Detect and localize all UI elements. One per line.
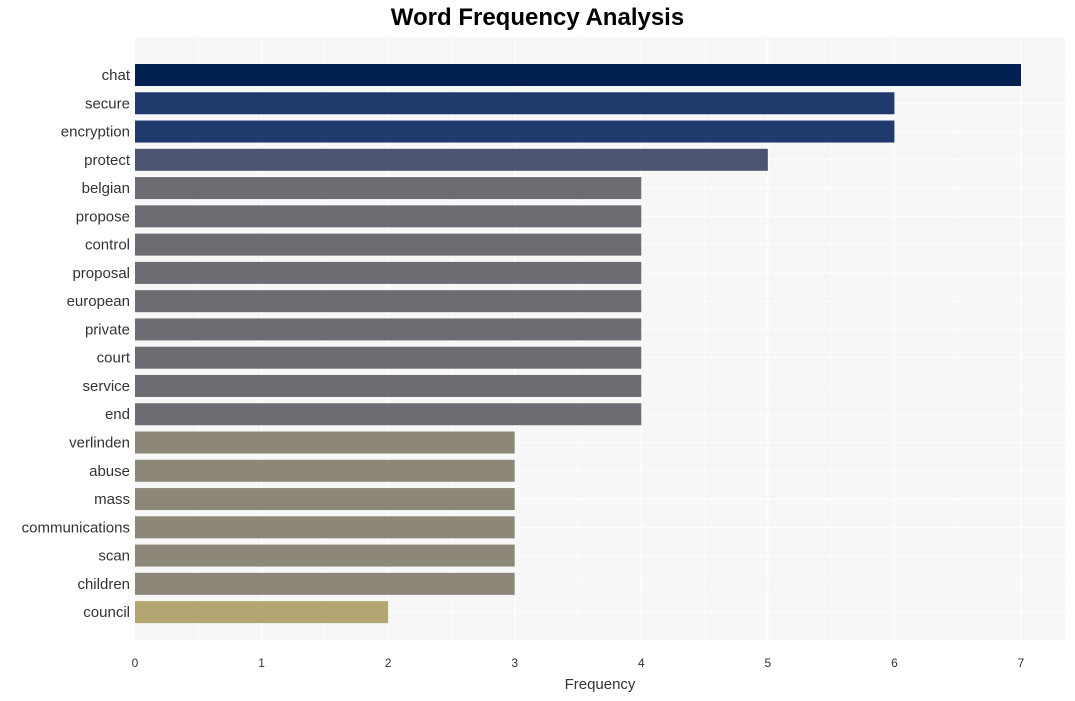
x-tick-label: 4 [638,656,645,670]
bar-propose [135,205,642,228]
bar-court [135,346,642,369]
y-tick-label: abuse [89,463,130,480]
x-tick-label: 0 [132,656,139,670]
y-tick-label: encryption [61,124,130,141]
bar-european [135,290,642,313]
y-tick-label: european [67,293,130,310]
y-tick-label: control [85,237,130,254]
y-tick-label: private [85,321,130,338]
y-tick-label: verlinden [69,435,130,452]
bar-children [135,572,515,595]
y-tick-label: court [97,350,131,367]
x-tick-label: 7 [1018,656,1025,670]
y-tick-label: protect [84,152,131,169]
bar-chat [135,64,1021,86]
y-tick-label: children [77,576,130,593]
y-tick-label: proposal [72,265,130,282]
bar-chart: chat secure encryption protect belgian propos… [22,37,1065,693]
bar-belgian [135,177,642,200]
x-tick-label: 1 [258,656,265,670]
x-tick-label: 6 [891,656,898,670]
y-tick-label: belgian [82,180,130,197]
bar-secure [135,92,895,115]
x-tick-label: 3 [511,656,518,670]
bar-end [135,403,642,426]
x-tick-label: 2 [385,656,392,670]
y-tick-label: scan [98,548,130,565]
bar-abuse [135,459,515,482]
y-tick-label: end [105,406,130,423]
y-tick-label: secure [85,95,130,112]
bar-mass [135,488,515,511]
bar-encryption [135,120,895,143]
y-tick-label: chat [102,67,131,84]
bar-council [135,601,389,624]
y-tick-label: mass [94,491,130,508]
y-tick-label: council [83,604,130,621]
y-tick-label: service [82,378,130,395]
bar-communications [135,516,515,539]
bar-control [135,233,642,256]
y-tick-label: propose [76,208,130,225]
x-tick-label: 5 [765,656,772,670]
y-tick-label: communications [22,519,130,536]
bar-service [135,374,642,397]
x-axis-label: Frequency [565,676,636,693]
bar-verlinden [135,431,515,454]
bar-private [135,318,642,341]
bar-protect [135,148,768,171]
bar-scan [135,544,515,567]
bar-proposal [135,261,642,284]
